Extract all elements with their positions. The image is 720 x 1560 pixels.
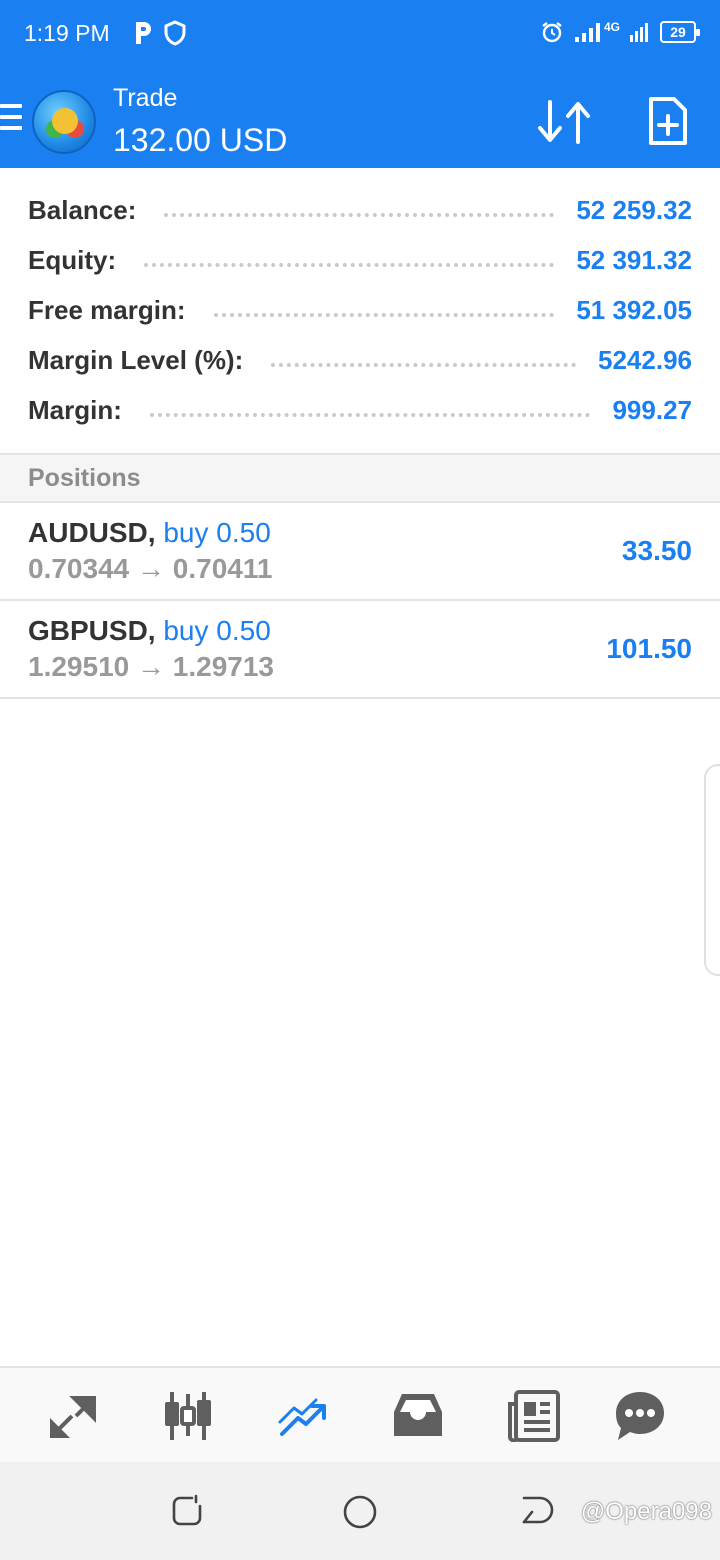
p-app-icon — [136, 22, 151, 44]
position-prices: 1.29510 → 1.29713 — [28, 651, 274, 682]
summary-value: 52 259.32 — [576, 194, 692, 225]
news-icon[interactable] — [506, 1390, 562, 1442]
position-side: buy 0.50 — [163, 615, 271, 646]
position-profit: 101.50 — [606, 633, 692, 664]
position-prices: 0.70344 → 0.70411 — [28, 553, 273, 584]
status-bar: 1:19 PM 4G 29 — [0, 0, 720, 72]
home-icon[interactable] — [342, 1494, 378, 1530]
position-profit: 33.50 — [621, 535, 692, 566]
recent-apps-icon[interactable] — [170, 1494, 204, 1528]
quotes-icon[interactable] — [46, 1390, 102, 1442]
sort-icon[interactable] — [536, 98, 592, 146]
alarm-icon — [542, 22, 562, 43]
bottom-nav — [0, 1366, 720, 1462]
section-title: Positions — [28, 464, 141, 492]
summary-row-free-margin: Free margin: 51 392.05 — [28, 285, 692, 335]
dotted-leader — [271, 363, 577, 367]
summary-row-margin-level: Margin Level (%): 5242.96 — [28, 335, 692, 385]
side-panel-handle[interactable] — [704, 764, 720, 976]
summary-label: Balance: — [28, 194, 137, 225]
summary-value: 999.27 — [612, 394, 692, 425]
summary-label: Free margin: — [28, 294, 186, 325]
history-icon[interactable] — [390, 1390, 446, 1442]
account-summary: Balance: 52 259.32 Equity: 52 391.32 Fre… — [0, 168, 720, 453]
status-right-icons: 4G 29 — [540, 20, 700, 44]
profit-total: 132.00 USD — [113, 122, 288, 158]
system-nav: @Opera098 — [0, 1462, 720, 1560]
position-row[interactable]: AUDUSD, buy 0.50 0.70344 → 0.70411 33.50 — [0, 503, 720, 601]
menu-icon[interactable] — [0, 104, 22, 134]
status-left-icons — [132, 20, 186, 46]
dotted-leader — [149, 413, 591, 417]
new-order-icon[interactable] — [648, 96, 688, 146]
chat-icon[interactable] — [612, 1390, 668, 1442]
position-symbol: AUDUSD, buy 0.50 — [28, 517, 271, 549]
position-symbol: GBPUSD, buy 0.50 — [28, 615, 271, 647]
status-time: 1:19 PM — [24, 20, 110, 46]
summary-label: Equity: — [28, 244, 117, 275]
summary-row-equity: Equity: 52 391.32 — [28, 235, 692, 285]
signal-icon-2 — [630, 23, 648, 42]
summary-label: Margin: — [28, 394, 122, 425]
dotted-leader — [164, 213, 555, 217]
page-title: Trade — [113, 84, 178, 112]
dotted-leader — [144, 263, 555, 267]
summary-row-balance: Balance: 52 259.32 — [28, 185, 692, 235]
signal-icon — [574, 23, 600, 42]
position-row[interactable]: GBPUSD, buy 0.50 1.29510 → 1.29713 101.5… — [0, 601, 720, 699]
network-type: 4G — [603, 20, 620, 34]
summary-row-margin: Margin: 999.27 — [28, 385, 692, 435]
app-bar: Trade 132.00 USD — [0, 72, 720, 168]
symbol-name: AUDUSD, — [28, 517, 156, 548]
shield-icon — [164, 20, 186, 46]
back-icon[interactable] — [520, 1494, 560, 1528]
battery-icon: 29 — [660, 21, 700, 43]
summary-value: 51 392.05 — [576, 294, 692, 325]
metatrader-logo — [32, 90, 96, 154]
trade-icon[interactable] — [276, 1390, 332, 1442]
watermark: @Opera098 — [580, 1498, 712, 1525]
dotted-leader — [213, 313, 555, 317]
symbol-name: GBPUSD, — [28, 615, 156, 646]
summary-value: 5242.96 — [598, 344, 692, 375]
position-side: buy 0.50 — [163, 517, 271, 548]
summary-value: 52 391.32 — [576, 244, 692, 275]
positions-header: Positions — [0, 453, 720, 503]
chart-icon[interactable] — [160, 1390, 216, 1442]
summary-label: Margin Level (%): — [28, 344, 244, 375]
